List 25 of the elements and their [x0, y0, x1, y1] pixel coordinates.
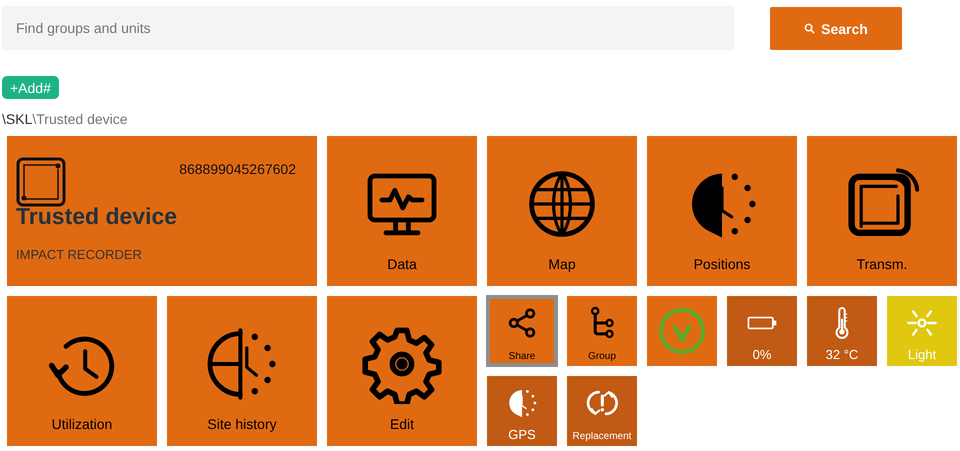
search-icon [804, 23, 816, 34]
tile-button[interactable]: Edit [327, 296, 477, 446]
tile-button[interactable]: 32 °C [807, 296, 877, 366]
tile-button[interactable]: Group [567, 296, 637, 366]
tile-button[interactable]: Transm. [807, 136, 957, 286]
tile-button[interactable]: 0% [727, 296, 797, 366]
tile-button[interactable] [647, 296, 717, 366]
breadcrumb-item[interactable]: \Trusted device [32, 111, 128, 127]
breadcrumb-item[interactable]: \SKL [2, 111, 32, 127]
device-type: IMPACT RECORDER [16, 247, 142, 262]
tile-button[interactable]: Map [487, 136, 637, 286]
tile-button[interactable]: Utilization [7, 296, 157, 446]
serial-number: 868899045267602 [179, 161, 296, 177]
tile-button[interactable]: Data [327, 136, 477, 286]
tile-button[interactable]: Positions [647, 136, 797, 286]
tile-button[interactable]: Share [487, 296, 557, 366]
device-icon [16, 157, 66, 207]
search-field[interactable]: Find groups and units [2, 6, 734, 50]
tile-button[interactable]: Replacement [567, 376, 637, 446]
check-icon [657, 306, 707, 356]
device-card[interactable]: 868899045267602 Trusted device IMPACT RECORDER [7, 136, 317, 286]
tile-button[interactable]: GPS [487, 376, 557, 446]
tile-button[interactable]: Site history [167, 296, 317, 446]
device-name: Trusted device [16, 203, 178, 230]
search-button[interactable]: Search [770, 7, 902, 50]
